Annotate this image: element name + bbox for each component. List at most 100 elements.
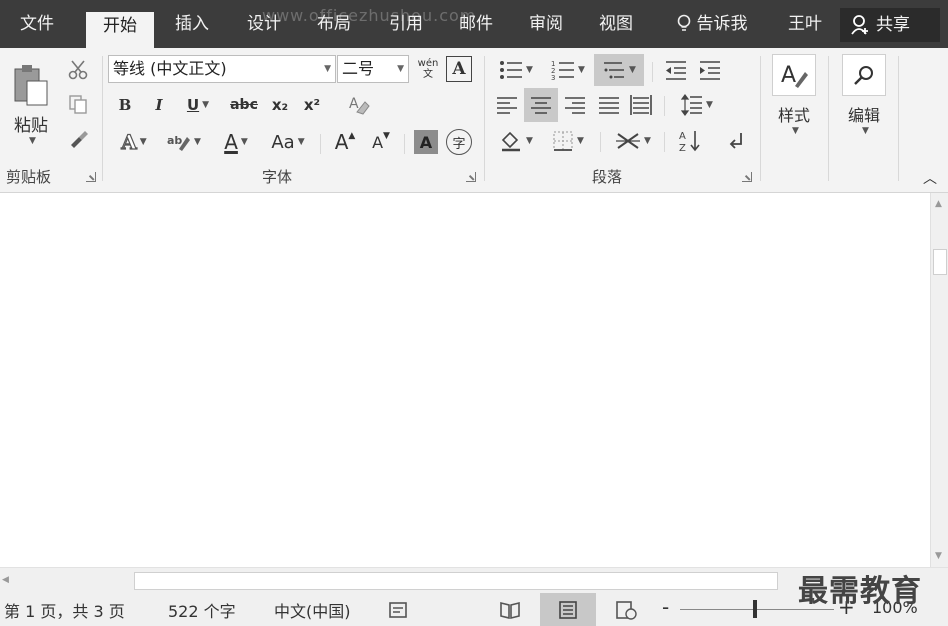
document-canvas[interactable] — [0, 193, 930, 567]
superscript-button[interactable]: x² — [298, 92, 326, 118]
change-case-button[interactable]: Aa ▼ — [264, 128, 312, 156]
align-center-button[interactable] — [524, 88, 558, 122]
tab-review[interactable]: 审阅 — [518, 10, 574, 38]
cut-button[interactable] — [64, 56, 92, 84]
borders-icon — [553, 131, 573, 151]
editing-button[interactable]: 编辑 ▼ — [834, 54, 894, 136]
grow-font-button[interactable]: A ▲ — [330, 128, 360, 156]
subscript-button[interactable]: x₂ — [266, 92, 294, 118]
bullets-button[interactable]: ▼ — [492, 56, 540, 84]
character-shading-icon: A — [419, 132, 433, 152]
caret-up-icon: ▲ — [348, 131, 356, 141]
sort-button[interactable]: AZ — [674, 126, 706, 156]
text-effects-button[interactable]: A ▼ — [110, 128, 158, 156]
user-name[interactable]: 王叶 — [780, 10, 830, 38]
collapse-ribbon-button[interactable]: ︿ — [918, 168, 942, 188]
shrink-font-button[interactable]: A ▼ — [366, 128, 396, 156]
inline-divider — [404, 134, 405, 154]
numbering-button[interactable]: 123 ▼ — [544, 56, 592, 84]
tell-me-box[interactable]: 告诉我 — [664, 10, 760, 38]
styles-button[interactable]: A 样式 ▼ — [764, 54, 824, 136]
proofing-icon[interactable] — [388, 599, 410, 625]
line-spacing-button[interactable]: ▼ — [674, 90, 720, 120]
distributed-button[interactable] — [626, 90, 656, 120]
vertical-scrollbar[interactable]: ▲ ▼ — [930, 193, 948, 567]
group-divider — [760, 56, 761, 181]
styles-label: 样式 — [777, 106, 810, 125]
borders-button[interactable]: ▼ — [544, 126, 592, 156]
paragraph-launcher-icon[interactable] — [742, 172, 752, 182]
shrink-font-icon: A — [372, 132, 384, 152]
tab-mailings[interactable]: 邮件 — [448, 10, 504, 38]
chevron-down-icon: ▼ — [202, 100, 210, 110]
chevron-down-icon: ▼ — [297, 137, 305, 147]
clipboard-launcher-icon[interactable] — [86, 172, 96, 182]
distribute-icon — [630, 95, 652, 115]
enclose-characters-button[interactable]: 字 — [446, 129, 472, 155]
align-left-button[interactable] — [492, 90, 522, 120]
character-border-icon: A — [452, 59, 466, 79]
line-spacing-icon — [681, 94, 703, 116]
zoom-slider-thumb[interactable] — [753, 600, 757, 618]
scroll-up-icon[interactable]: ▲ — [935, 199, 942, 209]
clear-formatting-button[interactable]: A — [344, 92, 374, 118]
phonetic-guide-icon: wén文 — [417, 58, 439, 80]
bold-button[interactable]: B — [112, 92, 138, 118]
chinese-layout-button[interactable]: ▼ — [608, 126, 658, 156]
tab-layout[interactable]: 布局 — [306, 10, 362, 38]
justify-button[interactable] — [594, 90, 624, 120]
group-divider — [828, 56, 829, 181]
scroll-left-icon[interactable]: ◀ — [2, 575, 9, 585]
highlight-button[interactable]: ab ▼ — [160, 128, 208, 156]
ribbon-tab-bar: www.officezhushou.com 文件 开始 插入 设计 布局 引用 … — [0, 0, 948, 48]
decrease-indent-button[interactable] — [660, 56, 692, 84]
italic-button[interactable]: I — [146, 92, 172, 118]
tab-insert[interactable]: 插入 — [164, 10, 220, 38]
brand-watermark: 最需教育 — [798, 574, 922, 609]
tab-references[interactable]: 引用 — [378, 10, 434, 38]
multilevel-list-icon — [604, 62, 625, 79]
tab-home[interactable]: 开始 — [86, 12, 154, 48]
font-size-combo[interactable]: 二号 ▼ — [337, 55, 409, 83]
font-name-combo[interactable]: 等线 (中文正文) ▼ — [108, 55, 336, 83]
font-color-icon: A — [224, 130, 238, 154]
svg-text:ab: ab — [167, 134, 182, 147]
word-count[interactable]: 522 个字 — [168, 598, 236, 622]
chevron-down-icon: ▼ — [577, 136, 584, 146]
horizontal-scroll-thumb[interactable] — [134, 572, 778, 590]
shading-button[interactable]: ▼ — [492, 126, 540, 156]
read-mode-button[interactable] — [482, 593, 538, 626]
page-count[interactable]: 第 1 页，共 3 页 — [4, 598, 125, 622]
char-border-button[interactable]: A — [446, 56, 472, 82]
print-layout-button[interactable] — [540, 593, 596, 626]
language-indicator[interactable]: 中文(中国) — [274, 598, 351, 622]
copy-button[interactable] — [64, 90, 92, 118]
tab-design[interactable]: 设计 — [236, 10, 292, 38]
align-right-button[interactable] — [560, 90, 590, 120]
share-button[interactable]: 共享 — [840, 8, 940, 42]
web-layout-button[interactable] — [598, 593, 654, 626]
show-marks-button[interactable] — [722, 126, 754, 156]
format-painter-button[interactable] — [64, 124, 92, 152]
phonetic-guide-button[interactable]: wén文 — [414, 54, 442, 84]
paste-button[interactable]: 粘贴 ▼ — [6, 56, 56, 152]
tab-view[interactable]: 视图 — [588, 10, 644, 38]
paste-dropdown-icon[interactable]: ▼ — [29, 136, 36, 146]
zoom-out-icon[interactable]: - — [662, 595, 669, 619]
styles-icon: A — [781, 63, 808, 88]
font-color-button[interactable]: A ▼ — [212, 128, 260, 156]
scroll-down-icon[interactable]: ▼ — [935, 551, 942, 561]
multilevel-list-button[interactable]: ▼ — [594, 54, 644, 86]
underline-icon: U — [186, 96, 200, 114]
vertical-scroll-thumb[interactable] — [933, 249, 947, 275]
underline-button[interactable]: U ▼ — [176, 92, 220, 118]
lightbulb-icon — [677, 14, 690, 31]
web-page-icon — [616, 600, 637, 620]
increase-indent-button[interactable] — [694, 56, 726, 84]
font-launcher-icon[interactable] — [466, 172, 476, 182]
character-shading-button[interactable]: A — [414, 130, 438, 154]
numbered-list-icon: 123 — [551, 60, 575, 81]
svg-text:A: A — [781, 63, 796, 88]
strikethrough-button[interactable]: abc — [226, 92, 262, 118]
tab-file[interactable]: 文件 — [6, 10, 68, 38]
